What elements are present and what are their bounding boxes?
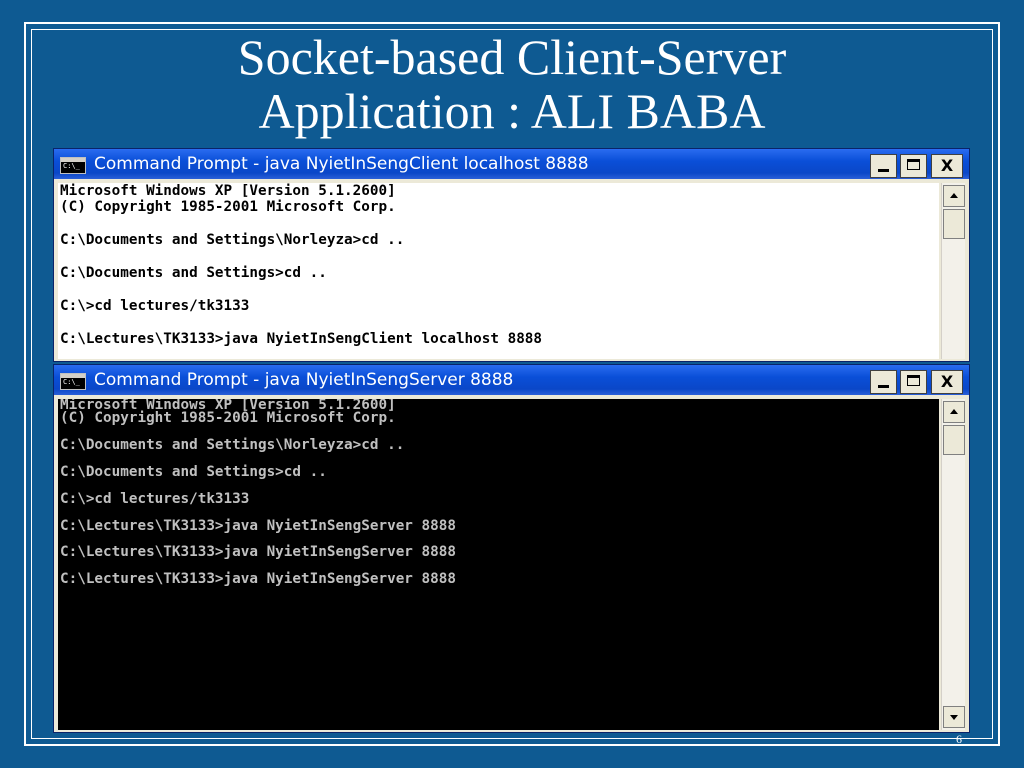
console-line: Microsoft Windows XP [Version 5.1.2600]	[60, 183, 396, 199]
console-line: C:\Documents and Settings>cd ..	[60, 265, 327, 282]
close-button[interactable]: X	[931, 370, 963, 394]
scroll-down-button[interactable]	[943, 706, 965, 728]
console-line: C:\Documents and Settings\Norleyza>cd ..	[60, 232, 405, 249]
server-window-title: Command Prompt - java NyietInSengServer …	[94, 370, 514, 390]
maximize-icon	[907, 159, 920, 170]
server-command-prompt-window[interactable]: Command Prompt - java NyietInSengServer …	[53, 364, 970, 733]
cmd-icon[interactable]	[60, 373, 86, 390]
minimize-button[interactable]	[870, 370, 897, 394]
client-window-title: Command Prompt - java NyietInSengClient …	[94, 154, 589, 174]
maximize-icon	[907, 375, 920, 386]
client-console-output[interactable]: Microsoft Windows XP [Version 5.1.2600](…	[58, 183, 939, 359]
client-window-titlebar[interactable]: Command Prompt - java NyietInSengClient …	[54, 149, 969, 179]
maximize-button[interactable]	[900, 154, 927, 178]
client-scrollbar[interactable]	[941, 183, 965, 359]
console-line: C:\Lectures\TK3133>java NyietInSengServe…	[60, 517, 456, 534]
close-icon: X	[940, 372, 954, 391]
maximize-button[interactable]	[900, 370, 927, 394]
server-scrollbar[interactable]	[941, 399, 965, 730]
minimize-icon	[878, 169, 889, 172]
slide-title-line-2: Application : ALI BABA	[258, 83, 766, 139]
slide-title-line-1: Socket-based Client-Server	[237, 29, 787, 85]
console-line: C:\>cd lectures/tk3133	[60, 297, 250, 314]
console-line: C:\Documents and Settings\Norleyza>cd ..	[60, 437, 405, 454]
console-line: (C) Copyright 1985-2001 Microsoft Corp.	[60, 410, 396, 427]
scroll-up-button[interactable]	[943, 401, 965, 423]
scroll-up-button[interactable]	[943, 185, 965, 207]
client-command-prompt-window[interactable]: Command Prompt - java NyietInSengClient …	[53, 148, 970, 362]
scroll-thumb[interactable]	[943, 425, 965, 455]
console-line: C:\Lectures\TK3133>java NyietInSengServe…	[60, 544, 456, 561]
minimize-button[interactable]	[870, 154, 897, 178]
console-line: C:\Lectures\TK3133>java NyietInSengServe…	[60, 571, 456, 588]
server-window-titlebar[interactable]: Command Prompt - java NyietInSengServer …	[54, 365, 969, 395]
slide-page-number: 6	[956, 732, 962, 746]
console-line: C:\Documents and Settings>cd ..	[60, 464, 327, 481]
close-button[interactable]: X	[931, 154, 963, 178]
minimize-icon	[878, 385, 889, 388]
cmd-icon[interactable]	[60, 157, 86, 174]
console-line: C:\>cd lectures/tk3133	[60, 490, 250, 507]
console-line: C:\Lectures\TK3133>java NyietInSengClien…	[60, 330, 543, 347]
console-line: (C) Copyright 1985-2001 Microsoft Corp.	[60, 199, 396, 216]
scroll-thumb[interactable]	[943, 209, 965, 239]
slide-title: Socket-based Client-Server Application :…	[0, 30, 1024, 138]
close-icon: X	[940, 156, 954, 175]
server-console-output[interactable]: Microsoft Windows XP [Version 5.1.2600](…	[58, 399, 939, 730]
